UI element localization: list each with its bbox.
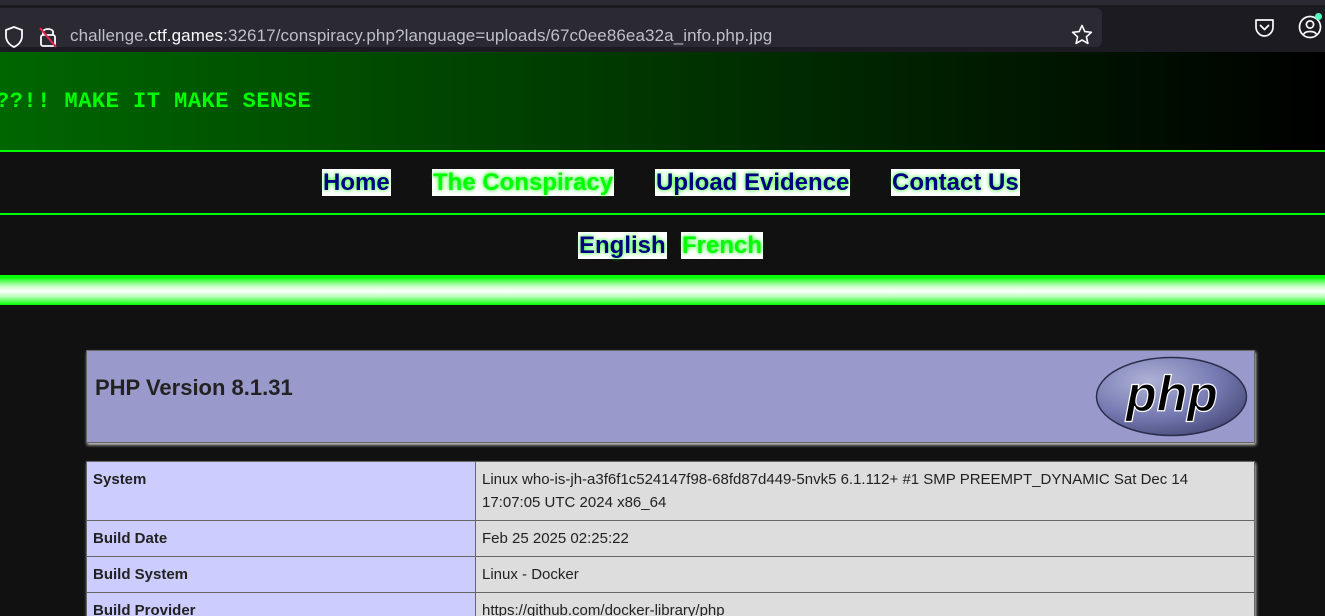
row-value: Linux - Docker — [475, 556, 1255, 593]
lang-french-link[interactable]: French — [681, 232, 764, 259]
url-domain: ctf.games — [148, 26, 224, 45]
table-row: System Linux who-is-jh-a3f6f1c524147f98-… — [86, 461, 1255, 521]
row-key: Build Date — [86, 520, 476, 557]
url-subdomain: challenge. — [70, 26, 149, 45]
table-row: Build Date Feb 25 2025 02:25:22 — [86, 520, 1255, 557]
lang-english-link[interactable]: English — [578, 232, 667, 259]
language-selector: English French — [0, 215, 1325, 275]
table-row: Build System Linux - Docker — [86, 556, 1255, 593]
nav-conspiracy-link[interactable]: The Conspiracy — [432, 169, 615, 196]
php-logo: php — [1095, 356, 1248, 437]
row-key: System — [86, 461, 476, 521]
nav-upload-evidence-link[interactable]: Upload Evidence — [655, 169, 851, 196]
site-title: ??!! MAKE IT MAKE SENSE — [0, 89, 312, 114]
phpinfo-header: PHP Version 8.1.31 php — [86, 350, 1255, 443]
url-path: :32617/conspiracy.php?language=uploads/6… — [223, 26, 773, 45]
row-value: https://github.com/docker-library/php — [475, 592, 1255, 616]
account-notification-dot — [1315, 13, 1322, 20]
nav-home-link[interactable]: Home — [322, 169, 391, 196]
pocket-icon[interactable] — [1254, 17, 1275, 38]
glow-divider — [0, 277, 1325, 305]
url-text[interactable]: challenge.ctf.games:32617/conspiracy.php… — [70, 26, 772, 46]
phpinfo-table: System Linux who-is-jh-a3f6f1c524147f98-… — [86, 461, 1255, 616]
tab-strip-edge — [0, 0, 1325, 5]
main-nav: Home The Conspiracy Upload Evidence Cont… — [0, 152, 1325, 212]
table-row: Build Provider https://github.com/docker… — [86, 592, 1255, 616]
nav-contact-us-link[interactable]: Contact Us — [891, 169, 1020, 196]
php-version-title: PHP Version 8.1.31 — [95, 375, 293, 400]
php-logo-text: php — [1124, 366, 1218, 422]
address-bar[interactable]: challenge.ctf.games:32617/conspiracy.php… — [0, 8, 1102, 49]
browser-toolbar: challenge.ctf.games:32617/conspiracy.php… — [0, 0, 1325, 52]
row-value: Feb 25 2025 02:25:22 — [475, 520, 1255, 557]
row-key: Build System — [86, 556, 476, 593]
bookmark-star-icon[interactable] — [1071, 24, 1093, 46]
row-key: Build Provider — [86, 592, 476, 616]
insecure-lock-icon[interactable] — [38, 25, 58, 49]
tracking-protection-shield-icon[interactable] — [4, 26, 24, 48]
row-value: Linux who-is-jh-a3f6f1c524147f98-68fd87d… — [475, 461, 1255, 521]
site-header: ??!! MAKE IT MAKE SENSE — [0, 52, 1325, 150]
